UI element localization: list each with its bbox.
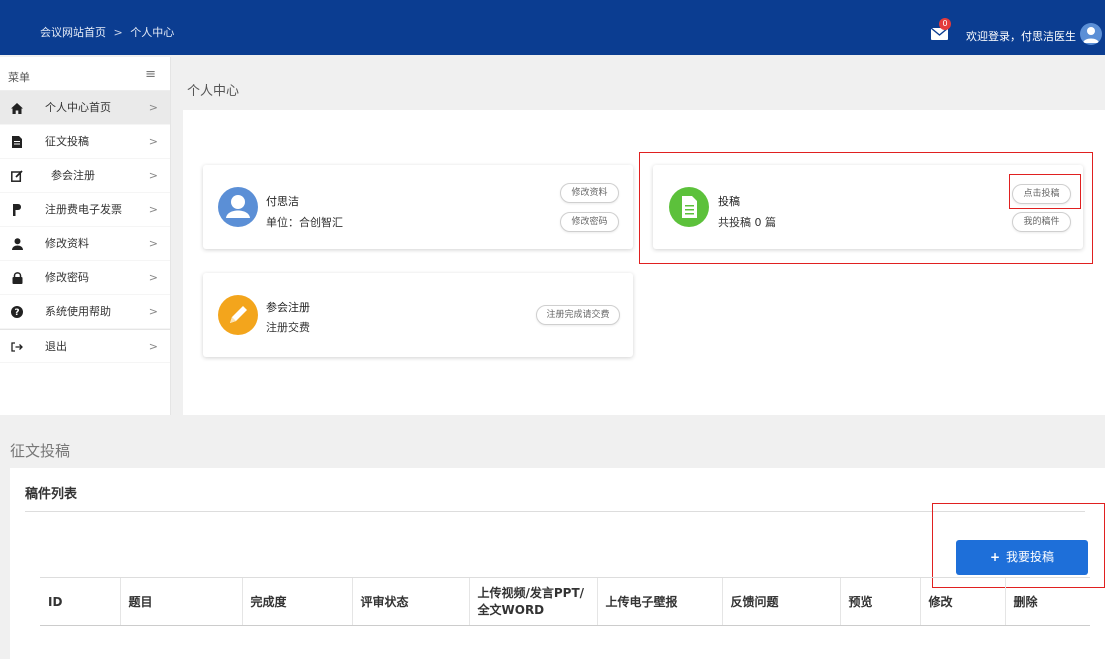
registration-card: 参会注册 注册交费 注册完成请交费 [203,273,633,357]
lock-icon [10,261,24,295]
help-icon: ? [10,295,24,329]
sidebar-item-logout[interactable]: 退出 > [0,329,170,363]
welcome-text[interactable]: 欢迎登录，付思洁医生 [966,28,1076,44]
profile-name: 付思洁 [266,195,299,208]
sidebar-item-submission[interactable]: 征文投稿 > [0,125,170,159]
sidebar-item-label: 退出 [45,340,67,353]
sidebar-item-label: 注册费电子发票 [45,203,122,216]
user-icon [10,227,24,261]
sidebar-item-label: 系统使用帮助 [45,305,111,318]
breadcrumb-separator: > [113,26,123,39]
sidebar-item-label: 修改密码 [45,271,89,284]
sidebar-item-invoice[interactable]: 注册费电子发票 > [0,193,170,227]
highlight-submit-button [1009,174,1081,209]
breadcrumb-current: 个人中心 [130,26,175,39]
chevron-right-icon: > [148,271,158,284]
sidebar-item-label: 修改资料 [45,237,89,250]
sidebar-item-label: 个人中心首页 [45,101,111,114]
profile-card: 付思洁 单位：合创智汇 修改资料 修改密码 [203,165,633,249]
sidebar-item-label: 参会注册 [51,169,95,182]
chevron-right-icon: > [148,237,158,250]
notification-badge: 0 [939,18,951,30]
top-bar: 会议网站首页 > 个人中心 0 欢迎登录，付思洁医生 [0,0,1105,55]
chevron-right-icon: > [148,305,158,318]
edit-icon [10,159,24,193]
column-header-review-status: 评审状态 [351,577,469,626]
registration-pay-button[interactable]: 注册完成请交费 [536,305,620,325]
column-header-delete: 删除 [1004,577,1090,626]
breadcrumb-home-link[interactable]: 会议网站首页 [40,26,106,39]
column-header-id: ID [40,577,120,626]
sidebar-header: 菜单 ≡ [0,57,170,91]
page-title: 个人中心 [187,84,240,99]
edit-profile-button[interactable]: 修改资料 [560,183,619,203]
manuscript-list-title: 稿件列表 [25,487,78,502]
column-header-upload-files: 上传视频/发言PPT/全文WORD [468,577,597,626]
user-avatar-icon[interactable] [1080,23,1102,45]
menu-toggle-icon[interactable]: ≡ [145,67,156,82]
chevron-right-icon: > [148,101,158,114]
home-icon [10,91,24,125]
chevron-right-icon: > [148,135,158,148]
column-header-upload-poster: 上传电子壁报 [596,577,722,626]
sidebar-item-change-password[interactable]: 修改密码 > [0,261,170,295]
document-icon [10,125,24,159]
chevron-right-icon: > [148,203,158,216]
sidebar-item-edit-profile[interactable]: 修改资料 > [0,227,170,261]
sidebar-menu: 菜单 ≡ 个人中心首页 > 征文投稿 > 参会注册 > 注册费电子发票 > 修改… [0,57,171,415]
chevron-right-icon: > [148,169,158,182]
registration-title: 参会注册 [266,301,310,314]
column-header-completion: 完成度 [241,577,352,626]
column-header-preview: 预览 [839,577,920,626]
registration-subtitle: 注册交费 [266,321,310,334]
svg-text:?: ? [14,308,19,318]
breadcrumb: 会议网站首页 > 个人中心 [40,24,174,40]
logout-icon [10,330,24,364]
edit-password-button[interactable]: 修改密码 [560,212,619,232]
section-title-submission: 征文投稿 [10,442,71,460]
manuscript-list-panel: 稿件列表 + 我要投稿 ID 题目 完成度 评审状态 上传视频/发言PPT/全文W… [10,468,1105,659]
sidebar-item-help[interactable]: ? 系统使用帮助 > [0,295,170,329]
highlight-add-submission [932,503,1105,588]
divider [25,511,1085,512]
column-header-edit: 修改 [919,577,1005,626]
sidebar-item-home[interactable]: 个人中心首页 > [0,91,170,125]
profile-unit: 单位：合创智汇 [266,216,343,229]
table-header-row: ID 题目 完成度 评审状态 上传视频/发言PPT/全文WORD 上传电子壁报 … [40,577,1090,626]
sidebar-title: 菜单 [8,71,30,84]
sidebar-item-registration[interactable]: 参会注册 > [0,159,170,193]
column-header-feedback: 反馈问题 [721,577,840,626]
chevron-right-icon: > [148,340,158,353]
sidebar-item-label: 征文投稿 [45,135,89,148]
manuscript-table: ID 题目 完成度 评审状态 上传视频/发言PPT/全文WORD 上传电子壁报 … [40,577,1090,626]
profile-avatar-icon [218,187,258,227]
column-header-title: 题目 [119,577,242,626]
dashboard-panel: 付思洁 单位：合创智汇 修改资料 修改密码 投稿 共投稿 0 篇 点击投稿 我的… [183,110,1105,415]
registration-pencil-icon [218,295,258,335]
yen-icon [10,193,24,227]
